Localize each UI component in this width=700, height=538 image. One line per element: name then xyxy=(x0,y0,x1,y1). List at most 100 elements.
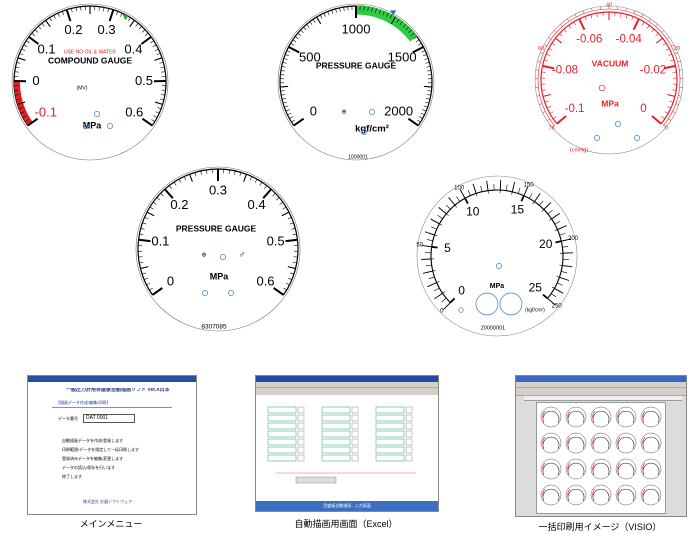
minor-tick xyxy=(543,59,548,62)
minor-tick xyxy=(506,184,508,191)
excel-status-bar: 目盛板自動描画 - 入力画面 xyxy=(256,501,438,511)
visio-gauge-thumb xyxy=(615,406,637,428)
gauge-title: PRESSURE GAUGE xyxy=(316,60,397,70)
excel-input-cell xyxy=(321,422,351,430)
minor-tick xyxy=(285,282,290,286)
outer-scale-label: 60 xyxy=(538,46,544,52)
minor-tick xyxy=(279,201,284,205)
inner-tick xyxy=(446,213,449,216)
minor-tick xyxy=(551,293,557,298)
visio-ruler xyxy=(524,396,682,401)
serial-number: 1000001 xyxy=(348,154,368,160)
minor-tick xyxy=(153,115,158,118)
main-menu-field-input[interactable]: DAT 0001 xyxy=(83,414,135,423)
minor-tick xyxy=(143,277,148,280)
minor-tick xyxy=(590,14,593,19)
minor-tick xyxy=(292,261,297,264)
minor-tick xyxy=(287,112,292,116)
excel-checkbox xyxy=(405,414,413,422)
visio-gauge-thumb xyxy=(615,484,637,506)
excel-input-cell xyxy=(375,406,405,414)
excel-input-cell xyxy=(321,438,351,446)
minor-tick xyxy=(159,98,164,101)
outer-tick xyxy=(548,37,552,40)
scale-label: -0.06 xyxy=(576,34,602,46)
main-menu-line[interactable]: 登録済みデータを編集/変更します xyxy=(40,456,190,461)
minor-tick xyxy=(282,62,287,64)
outer-tick xyxy=(537,60,541,63)
outer-tick xyxy=(560,24,563,27)
main-menu-line[interactable]: 印刷範囲/データを指定して一括印刷します xyxy=(40,447,190,452)
minor-tick xyxy=(331,9,334,14)
minor-tick xyxy=(426,98,431,100)
minor-tick xyxy=(41,22,45,27)
minor-tick xyxy=(276,197,280,201)
minor-tick xyxy=(546,106,551,109)
outer-tick xyxy=(424,231,435,236)
minor-tick xyxy=(149,287,153,291)
outer-tick xyxy=(674,52,678,55)
minor-tick xyxy=(646,25,650,29)
inner-tick xyxy=(475,193,478,197)
minor-tick xyxy=(517,187,521,194)
scale-label: 0.1 xyxy=(151,234,169,249)
unit-label: kgf/cm² xyxy=(355,124,389,135)
mid-tick xyxy=(189,174,193,182)
minor-tick xyxy=(667,106,672,109)
unit-label: MPa xyxy=(490,283,505,290)
major-tick xyxy=(141,117,153,127)
minor-tick xyxy=(264,185,267,189)
excel-input-cell xyxy=(321,446,351,454)
serial-number: 20000001 xyxy=(481,325,505,331)
excel-input-cell xyxy=(375,414,405,422)
outer-tick xyxy=(562,264,573,268)
minor-tick xyxy=(431,226,437,230)
excel-input-cell xyxy=(375,430,405,438)
minor-tick xyxy=(668,53,672,56)
mid-tick xyxy=(316,16,322,25)
excel-input-cell xyxy=(375,454,405,462)
excel-checkbox xyxy=(405,406,413,414)
minor-tick xyxy=(144,32,149,36)
minor-tick xyxy=(157,107,162,110)
inner-tick xyxy=(432,270,436,272)
main-menu-line[interactable]: 自動描画データを作成/登録します xyxy=(40,438,190,443)
minor-tick xyxy=(160,66,165,69)
minor-tick xyxy=(259,181,263,186)
major-tick xyxy=(632,18,640,31)
minor-tick xyxy=(152,44,157,48)
excel-checkbox xyxy=(351,406,359,414)
minor-tick xyxy=(425,101,430,104)
main-menu-line[interactable]: データの読込/保存を行います xyxy=(40,465,190,470)
minor-tick xyxy=(160,94,165,96)
outer-tick xyxy=(625,8,627,12)
mount-hole xyxy=(634,135,640,141)
scale-label: 2000 xyxy=(384,103,413,118)
visio-gauge-thumb xyxy=(540,484,562,506)
minor-tick xyxy=(57,12,60,17)
outer-scale-label: 200 xyxy=(568,236,579,242)
major-tick xyxy=(293,117,305,127)
minor-tick xyxy=(234,170,236,175)
minor-tick xyxy=(288,277,293,280)
outer-tick xyxy=(567,18,570,22)
unit-secondary-label: (cmHg) xyxy=(570,147,588,153)
vacuum-gauge-dial: -0.1 -0.08 -0.06 -0.04 -0.02 0 76 60 40 20 0 VACUUM… xyxy=(524,2,694,162)
main-menu-tab-label[interactable]: 【描画データ作成/編集/印刷】 xyxy=(56,400,110,405)
minor-tick xyxy=(584,16,587,21)
mount-hole xyxy=(94,111,100,117)
inner-tick xyxy=(532,201,535,205)
outer-tick xyxy=(668,118,672,121)
outer-tick xyxy=(421,244,432,248)
main-menu-titlebar xyxy=(28,376,196,382)
minor-tick xyxy=(306,24,310,28)
main-menu-line[interactable]: 終了します xyxy=(40,474,190,479)
minor-tick xyxy=(557,282,563,286)
minor-tick xyxy=(120,12,123,17)
outer-tick xyxy=(675,103,679,105)
visio-gauge-thumb xyxy=(540,458,562,480)
minor-tick xyxy=(289,222,294,225)
excel-status-text: 目盛板自動描画 - 入力画面 xyxy=(323,503,371,508)
scale-label: -0.1 xyxy=(35,104,57,119)
mid-tick xyxy=(542,93,551,97)
